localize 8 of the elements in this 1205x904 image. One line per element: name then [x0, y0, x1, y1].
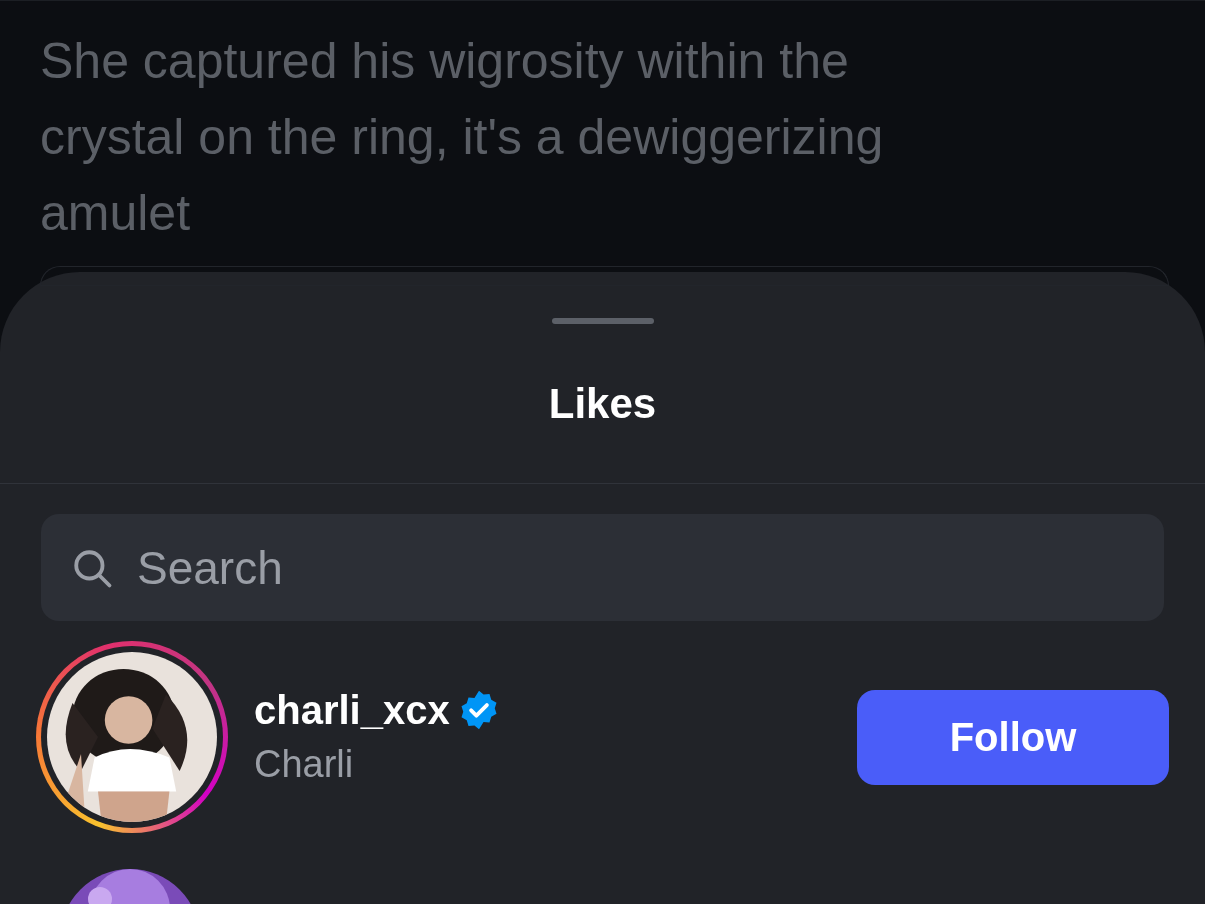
username[interactable]: charli_xcx	[254, 683, 450, 737]
display-name: Charli	[254, 742, 355, 787]
search-icon	[71, 547, 113, 589]
search-field[interactable]: Search	[41, 514, 1164, 621]
sheet-title: Likes	[548, 379, 657, 429]
follow-button[interactable]: Follow	[857, 689, 1169, 785]
drag-handle[interactable]	[551, 318, 654, 324]
post-text: She captured his wigrosity within the crystal on the ring, it's a dewiggerizing amulet	[40, 32, 885, 243]
